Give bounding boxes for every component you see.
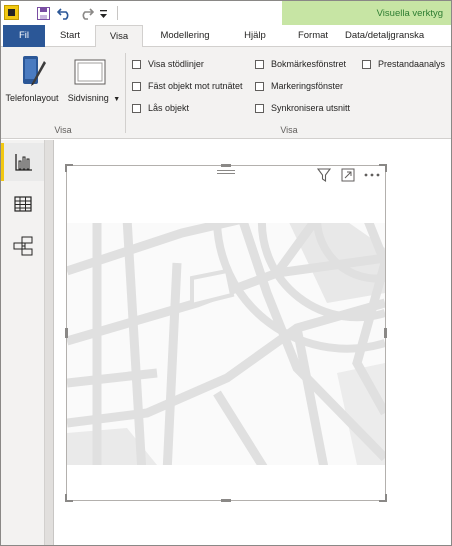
save-icon[interactable] bbox=[35, 4, 51, 22]
group-divider bbox=[125, 53, 126, 133]
checkbox-label: Markeringsfönster bbox=[271, 81, 344, 91]
checkbox-box[interactable] bbox=[132, 103, 141, 113]
chevron-down-icon: ▼ bbox=[113, 96, 121, 103]
table-icon bbox=[13, 196, 32, 212]
group-label-view-2: Visa bbox=[280, 125, 298, 135]
drag-grip[interactable] bbox=[217, 170, 235, 171]
page-view-label: Sidvisning ▼ bbox=[65, 93, 123, 103]
checkbox-label: Prestandaanalys bbox=[378, 59, 446, 69]
map-placeholder bbox=[67, 223, 385, 465]
checkbox-show-gridlines[interactable]: Visa stödlinjer bbox=[132, 57, 204, 71]
checkbox-sync-slicers[interactable]: Synkronisera utsnitt bbox=[255, 101, 350, 115]
more-options-icon[interactable] bbox=[364, 172, 380, 178]
power-bi-icon bbox=[4, 5, 19, 20]
focus-mode-icon[interactable] bbox=[341, 168, 355, 182]
page-view-button[interactable]: Sidvisning ▼ bbox=[65, 51, 123, 109]
checkbox-performance-analyzer[interactable]: Prestandaanalys bbox=[362, 57, 445, 71]
group-label-view-1: Visa bbox=[54, 125, 72, 135]
title-bar: Visuella verktyg bbox=[1, 1, 451, 25]
tab-start[interactable]: Start bbox=[49, 25, 91, 47]
checkbox-label: Bokmärkesfönstret bbox=[271, 59, 347, 69]
resize-handle-corner[interactable] bbox=[65, 164, 67, 172]
report-view-button[interactable] bbox=[1, 143, 44, 181]
tab-file[interactable]: Fil bbox=[3, 25, 45, 47]
data-view-button[interactable] bbox=[1, 185, 44, 223]
report-canvas[interactable] bbox=[54, 140, 451, 545]
checkbox-box[interactable] bbox=[255, 103, 264, 113]
model-view-button[interactable] bbox=[1, 227, 44, 265]
resize-handle-right[interactable] bbox=[384, 328, 387, 338]
checkbox-box[interactable] bbox=[362, 59, 371, 69]
phone-layout-button[interactable]: Telefonlayout bbox=[3, 51, 61, 109]
resize-handle-corner[interactable] bbox=[385, 164, 387, 172]
map-visual[interactable] bbox=[66, 165, 386, 501]
ribbon: Telefonlayout Sidvisning ▼ Visa Visa stö… bbox=[1, 47, 451, 139]
checkbox-box[interactable] bbox=[132, 59, 141, 69]
checkbox-box[interactable] bbox=[132, 81, 141, 91]
checkbox-label: Fäst objekt mot rutnätet bbox=[148, 81, 243, 91]
ribbon-tabs: Fil Start Visa Modellering Hjälp Format … bbox=[1, 25, 451, 48]
undo-icon[interactable] bbox=[55, 4, 73, 22]
checkbox-selection-pane[interactable]: Markeringsfönster bbox=[255, 79, 343, 93]
checkbox-lock-objects[interactable]: Lås objekt bbox=[132, 101, 189, 115]
redo-icon[interactable] bbox=[77, 4, 95, 22]
bar-chart-icon bbox=[15, 154, 32, 171]
tab-help[interactable]: Hjälp bbox=[229, 25, 281, 47]
visual-header bbox=[67, 166, 385, 184]
checkbox-box[interactable] bbox=[255, 59, 264, 69]
checkbox-label: Synkronisera utsnitt bbox=[271, 103, 351, 113]
resize-handle-top[interactable] bbox=[221, 164, 231, 167]
model-icon bbox=[13, 236, 32, 256]
map-illustration bbox=[67, 223, 385, 465]
checkbox-label: Visa stödlinjer bbox=[148, 59, 204, 69]
view-switcher-rail bbox=[1, 140, 45, 545]
resize-handle-bottom[interactable] bbox=[221, 499, 231, 502]
contextual-tab-label: Visuella verktyg bbox=[376, 8, 443, 19]
filter-icon[interactable] bbox=[317, 168, 331, 182]
customize-icon[interactable] bbox=[97, 4, 109, 22]
page-view-text: Sidvisning bbox=[67, 93, 109, 103]
checkbox-box[interactable] bbox=[255, 81, 264, 91]
resize-handle-corner[interactable] bbox=[385, 494, 387, 502]
tab-modeling[interactable]: Modellering bbox=[145, 25, 225, 47]
checkbox-label: Lås objekt bbox=[148, 103, 190, 113]
tab-format[interactable]: Format bbox=[285, 25, 341, 47]
toolbar-divider bbox=[117, 6, 118, 20]
tab-data-drill[interactable]: Data/detaljgranska bbox=[341, 25, 451, 47]
resize-handle-left[interactable] bbox=[65, 328, 68, 338]
app-window: Visuella verktyg Fil Start Visa Modeller… bbox=[0, 0, 452, 546]
phone-layout-icon bbox=[23, 56, 46, 86]
checkbox-snap-to-grid[interactable]: Fäst objekt mot rutnätet bbox=[132, 79, 243, 93]
page-view-icon bbox=[74, 59, 106, 85]
resize-handle-corner[interactable] bbox=[65, 494, 67, 502]
tab-view[interactable]: Visa bbox=[95, 25, 143, 48]
checkbox-bookmarks-pane[interactable]: Bokmärkesfönstret bbox=[255, 57, 346, 71]
canvas-edge bbox=[45, 140, 54, 545]
phone-layout-label: Telefonlayout bbox=[5, 93, 59, 103]
contextual-tab-band: Visuella verktyg bbox=[282, 1, 451, 25]
